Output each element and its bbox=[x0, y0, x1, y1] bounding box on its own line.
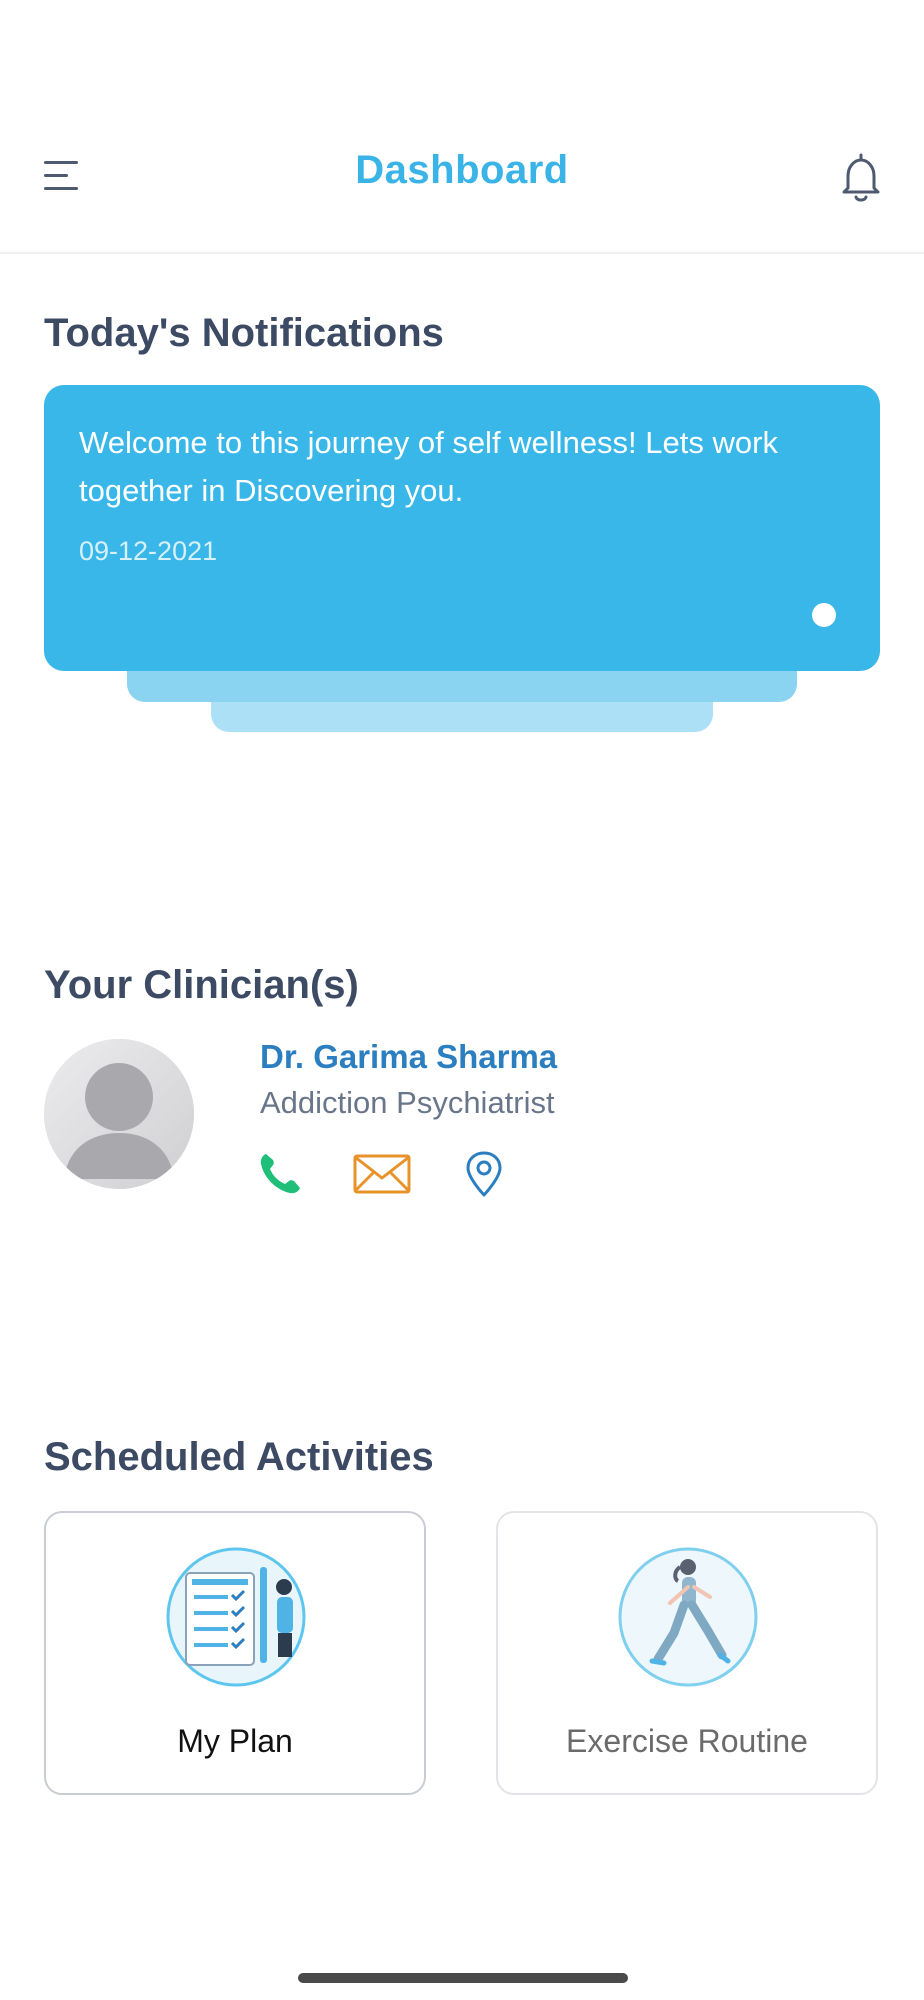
email-icon[interactable] bbox=[352, 1150, 412, 1198]
clinician-name[interactable]: Dr. Garima Sharma bbox=[260, 1038, 557, 1076]
avatar bbox=[44, 1039, 194, 1189]
checklist-plan-icon bbox=[166, 1547, 306, 1687]
activity-label: Exercise Routine bbox=[566, 1723, 808, 1759]
exercise-running-icon bbox=[618, 1547, 758, 1687]
bell-icon[interactable] bbox=[836, 152, 886, 204]
activity-label: My Plan bbox=[177, 1723, 293, 1759]
unread-dot-indicator bbox=[812, 603, 836, 627]
clinician-role: Addiction Psychiatrist bbox=[260, 1085, 555, 1120]
activity-card-my-plan[interactable]: My Plan bbox=[44, 1511, 426, 1795]
notification-date: 09-12-2021 bbox=[79, 536, 218, 566]
activities-section-title: Scheduled Activities bbox=[44, 1435, 434, 1479]
app-header: Dashboard bbox=[0, 0, 924, 254]
notifications-section-title: Today's Notifications bbox=[44, 311, 444, 355]
phone-icon[interactable] bbox=[256, 1150, 304, 1198]
notification-card[interactable]: Welcome to this journey of self wellness… bbox=[44, 385, 880, 671]
home-indicator[interactable] bbox=[298, 1973, 628, 1983]
location-pin-icon[interactable] bbox=[460, 1150, 508, 1198]
notification-message: Welcome to this journey of self wellness… bbox=[79, 425, 778, 508]
page-title: Dashboard bbox=[355, 148, 569, 192]
clinicians-section-title: Your Clinician(s) bbox=[44, 963, 359, 1007]
activity-card-exercise-routine[interactable]: Exercise Routine bbox=[496, 1511, 878, 1795]
